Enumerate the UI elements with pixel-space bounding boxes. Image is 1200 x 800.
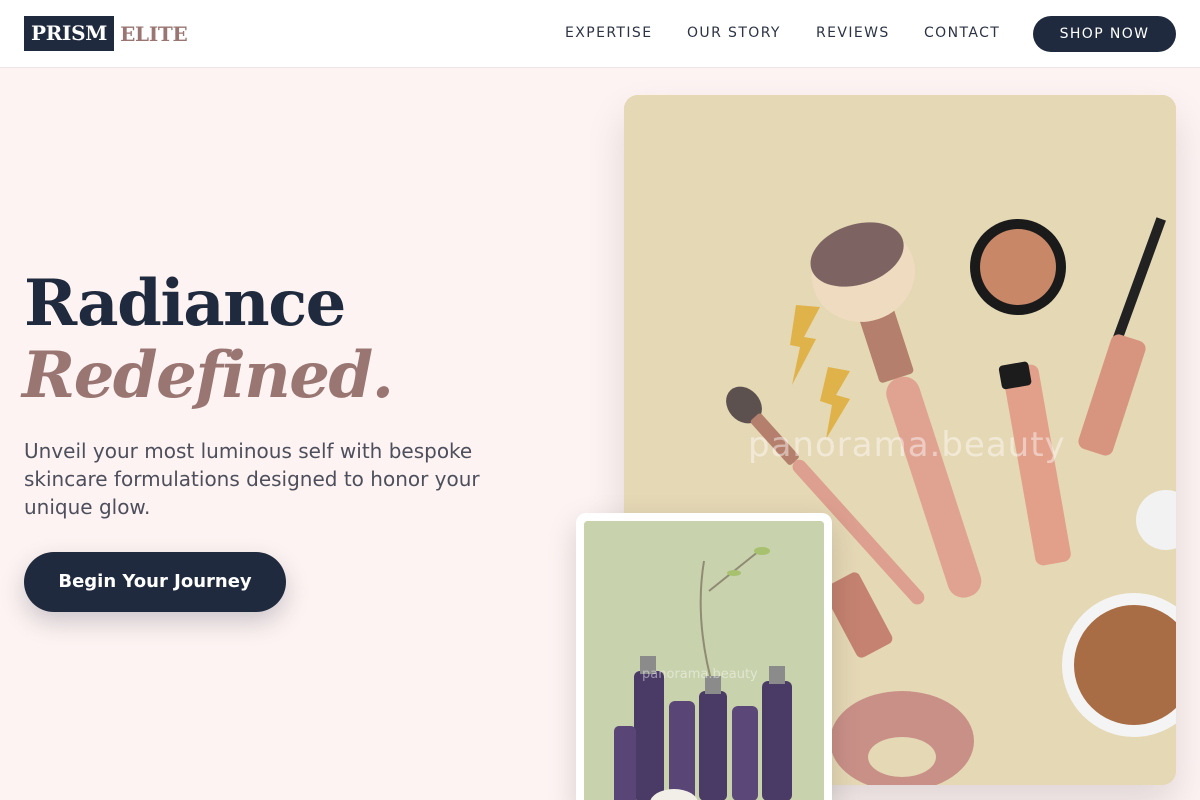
nav-expertise[interactable]: EXPERTISE xyxy=(565,25,652,41)
nav-reviews[interactable]: REVIEWS xyxy=(816,25,890,41)
hero-title-line1: Radiance xyxy=(24,266,346,341)
begin-journey-button[interactable]: Begin Your Journey xyxy=(24,552,286,612)
brand-logo[interactable]: PRISM ELITE xyxy=(24,16,188,51)
main-image-watermark: panorama.beauty xyxy=(748,425,1066,465)
card-image-watermark: panorama.beauty xyxy=(642,667,758,682)
hero-title-line2: Redefined. xyxy=(22,338,394,413)
brand-name-rest: ELITE xyxy=(120,21,188,46)
hero-subtitle: Unveil your most luminous self with besp… xyxy=(24,439,480,519)
site-header: PRISM ELITE EXPERTISE OUR STORY REVIEWS … xyxy=(0,0,1200,68)
brand-name-box: PRISM xyxy=(24,16,115,51)
shop-now-button[interactable]: SHOP NOW xyxy=(1033,16,1176,52)
nav-contact[interactable]: CONTACT xyxy=(924,25,1000,41)
nav-our-story[interactable]: OUR STORY xyxy=(687,25,781,41)
card-image-frame: panorama.beauty xyxy=(584,521,824,800)
bottles-illustration xyxy=(584,521,824,800)
product-card-image: panorama.beauty xyxy=(576,513,832,800)
